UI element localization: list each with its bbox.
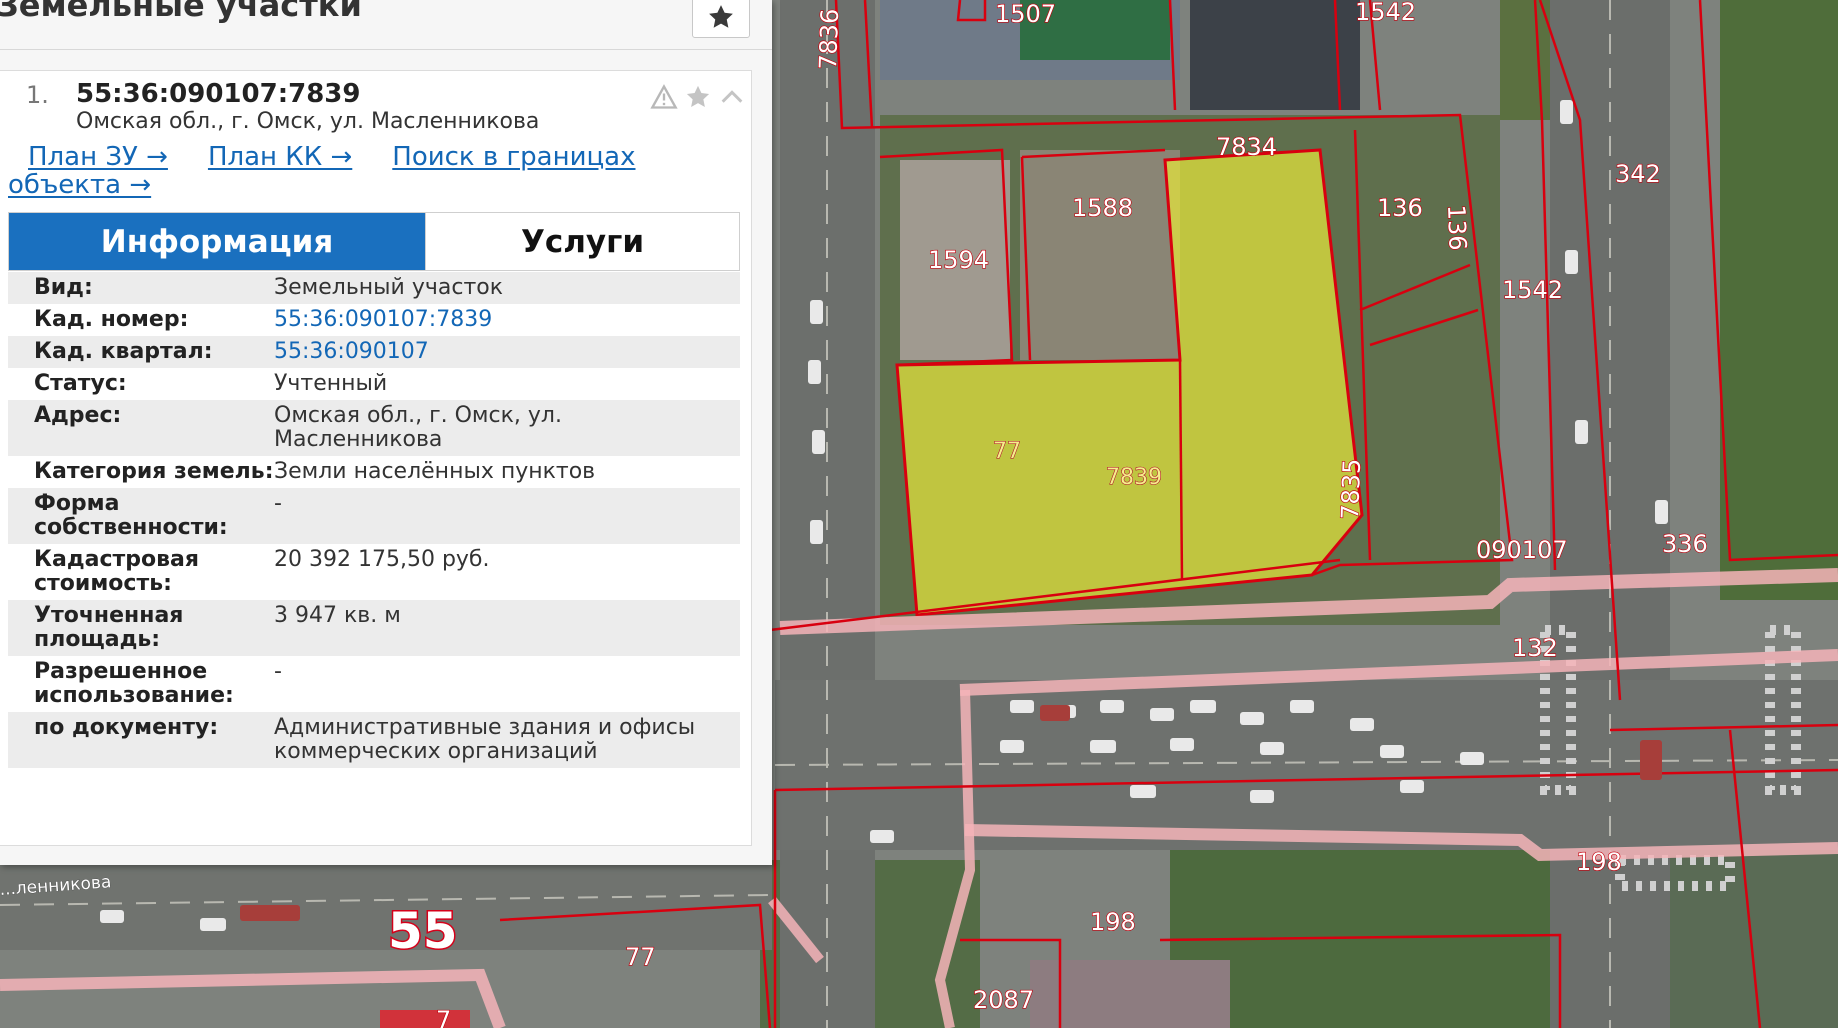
favorites-button[interactable] bbox=[692, 0, 750, 38]
parcel-label: 7836 bbox=[814, 8, 844, 70]
info-key: Статус: bbox=[8, 368, 274, 400]
info-key: Форма собственности: bbox=[8, 488, 274, 544]
panel-title: Земельные участки bbox=[0, 0, 362, 24]
result-number: 1. bbox=[26, 81, 49, 109]
info-row: Форма собственности: - bbox=[8, 488, 740, 544]
info-key: Кадастровая стоимость: bbox=[8, 544, 274, 600]
detail-tabs: Информация Услуги bbox=[8, 212, 740, 271]
parcel-label: 198 bbox=[1090, 908, 1136, 936]
info-row: Статус: Учтенный bbox=[8, 368, 740, 400]
info-row: Уточненная площадь: 3 947 кв. м bbox=[8, 600, 740, 656]
warning-icon[interactable] bbox=[650, 83, 678, 111]
star-icon bbox=[709, 5, 733, 28]
parcel-label: 1588 bbox=[1072, 194, 1133, 222]
result-actions bbox=[650, 83, 746, 111]
info-value: Учтенный bbox=[274, 368, 740, 400]
info-value: Омская обл., г. Омск, ул. Масленникова bbox=[274, 400, 740, 456]
info-row: Кад. квартал: 55:36:090107 bbox=[8, 336, 740, 368]
parcel-label: 132 bbox=[1512, 634, 1558, 662]
parcel-label: 1542 bbox=[1502, 276, 1563, 304]
parcel-label: 1542 bbox=[1355, 0, 1416, 26]
info-value-link[interactable]: 55:36:090107:7839 bbox=[274, 304, 740, 336]
info-row: Категория земель: Земли населённых пункто… bbox=[8, 456, 740, 488]
parcel-label: 336 bbox=[1662, 530, 1708, 558]
selected-parcel-label: 7839 bbox=[1106, 465, 1162, 490]
parcel-label: 7834 bbox=[1216, 133, 1277, 161]
result-item[interactable]: 1. 55:36:090107:7839 Омская обл., г. Омс… bbox=[0, 70, 752, 846]
region-label: 55 bbox=[388, 902, 458, 960]
info-row: Кадастровая стоимость: 20 392 175,50 руб. bbox=[8, 544, 740, 600]
info-value-link[interactable]: 55:36:090107 bbox=[274, 336, 740, 368]
search-in-bounds-line2: объекта → bbox=[8, 170, 152, 200]
info-key: Разрешенное использование: bbox=[8, 656, 274, 712]
result-address: Омская обл., г. Омск, ул. Масленникова bbox=[76, 109, 540, 134]
info-value: 3 947 кв. м bbox=[274, 600, 740, 656]
parcel-label: 2087 bbox=[973, 986, 1034, 1014]
parcel-label: 136 bbox=[1377, 194, 1423, 222]
info-value: Земли населённых пунктов bbox=[274, 456, 740, 488]
panel-header: Земельные участки bbox=[0, 0, 772, 50]
info-value: Земельный участок bbox=[274, 272, 740, 304]
search-in-bounds-line1: Поиск в границах bbox=[392, 142, 636, 172]
info-table: Вид: Земельный участок Кад. номер: 55:36:09… bbox=[8, 272, 740, 768]
star-icon[interactable] bbox=[684, 83, 712, 111]
info-key: Вид: bbox=[8, 272, 274, 304]
search-results-panel: Земельные участки 1. 55:36:090107:7839 О… bbox=[0, 0, 772, 865]
parcel-label: 7835 bbox=[1336, 458, 1366, 520]
parcel-label: 342 bbox=[1615, 160, 1661, 188]
parcel-label: 77 bbox=[993, 439, 1021, 464]
plan-zu-link[interactable]: План ЗУ → bbox=[28, 142, 168, 172]
info-value: - bbox=[274, 488, 740, 544]
parcel-label: 7 bbox=[436, 1006, 451, 1028]
result-links: План ЗУ → План КК → Поиск в границах объект… bbox=[8, 143, 728, 199]
tab-services[interactable]: Услуги bbox=[425, 213, 739, 270]
info-row: Адрес: Омская обл., г. Омск, ул. Масленни… bbox=[8, 400, 740, 456]
info-key: Адрес: bbox=[8, 400, 274, 456]
info-row: Кад. номер: 55:36:090107:7839 bbox=[8, 304, 740, 336]
info-value: Административные здания и офисы коммерче… bbox=[274, 712, 740, 768]
info-row: по документу: Административные здания и о… bbox=[8, 712, 740, 768]
parcel-label: 1507 bbox=[995, 0, 1056, 28]
parcel-label: 198 bbox=[1576, 848, 1622, 876]
info-key: Уточненная площадь: bbox=[8, 600, 274, 656]
info-row: Разрешенное использование: - bbox=[8, 656, 740, 712]
block-label: 090107 bbox=[1476, 536, 1568, 564]
info-key: Кад. квартал: bbox=[8, 336, 274, 368]
info-key: по документу: bbox=[8, 712, 274, 768]
parcel-label: 1594 bbox=[928, 246, 989, 274]
result-cadastral-number[interactable]: 55:36:090107:7839 bbox=[76, 79, 360, 109]
info-value: 20 392 175,50 руб. bbox=[274, 544, 740, 600]
info-row: Вид: Земельный участок bbox=[8, 272, 740, 304]
tab-info[interactable]: Информация bbox=[9, 213, 425, 270]
chevron-up-icon[interactable] bbox=[718, 83, 746, 111]
plan-kk-link[interactable]: План КК → bbox=[208, 142, 352, 172]
parcel-label: 136 bbox=[1442, 204, 1472, 251]
info-key: Кад. номер: bbox=[8, 304, 274, 336]
parcel-label: 77 bbox=[625, 943, 656, 971]
info-key: Категория земель: bbox=[8, 456, 274, 488]
info-value: - bbox=[274, 656, 740, 712]
